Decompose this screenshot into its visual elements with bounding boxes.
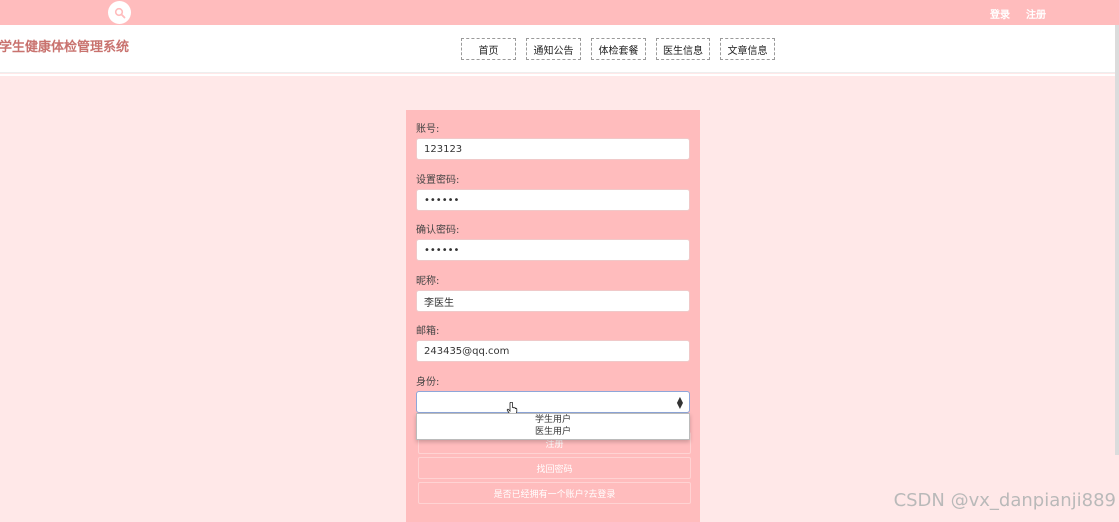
email-label: 邮箱: <box>416 326 440 337</box>
nickname-label: 昵称: <box>416 276 440 287</box>
forgot-password-button[interactable]: 找回密码 <box>418 457 691 479</box>
email-input[interactable]: 243435@qq.com <box>416 340 690 362</box>
nav-item-doctors[interactable]: 医生信息 <box>656 38 710 60</box>
watermark: CSDN @vx_danpianji889 <box>893 490 1116 511</box>
top-bar: 登录 注册 <box>0 0 1119 25</box>
go-login-link[interactable]: 是否已经拥有一个账户?去登录 <box>418 482 691 504</box>
identity-option-student[interactable]: 学生用户 <box>417 414 689 426</box>
top-links: 登录 注册 <box>990 6 1046 21</box>
main-nav: 首页 通知公告 体检套餐 医生信息 文章信息 <box>0 38 1119 60</box>
search-icon <box>114 7 125 18</box>
register-form: 账号: 123123 设置密码: •••••• 确认密码: •••••• 昵称:… <box>406 110 700 522</box>
nav-item-packages[interactable]: 体检套餐 <box>591 38 646 60</box>
identity-dropdown: 学生用户 医生用户 <box>416 413 690 440</box>
nickname-input[interactable]: 李医生 <box>416 290 690 312</box>
login-link[interactable]: 登录 <box>990 6 1010 21</box>
search-button[interactable] <box>108 1 131 24</box>
page-scrollbar[interactable] <box>1115 25 1119 455</box>
identity-select[interactable]: ▲ ▼ <box>416 391 690 416</box>
confirm-password-input[interactable]: •••••• <box>416 239 690 261</box>
nav-item-home[interactable]: 首页 <box>461 38 516 60</box>
register-link[interactable]: 注册 <box>1026 6 1046 21</box>
header: 学生健康体检管理系统 首页 通知公告 体检套餐 医生信息 文章信息 <box>0 25 1119 73</box>
identity-option-doctor[interactable]: 医生用户 <box>417 426 689 438</box>
header-divider <box>0 74 1119 76</box>
nav-item-notices[interactable]: 通知公告 <box>526 38 581 60</box>
account-input[interactable]: 123123 <box>416 138 690 160</box>
identity-label: 身份: <box>416 377 440 388</box>
select-arrows-icon: ▲ ▼ <box>676 395 683 410</box>
password-input[interactable]: •••••• <box>416 189 690 211</box>
confirm-password-label: 确认密码: <box>416 225 460 236</box>
account-label: 账号: <box>416 124 440 135</box>
nav-item-articles[interactable]: 文章信息 <box>720 38 775 60</box>
password-label: 设置密码: <box>416 175 460 186</box>
